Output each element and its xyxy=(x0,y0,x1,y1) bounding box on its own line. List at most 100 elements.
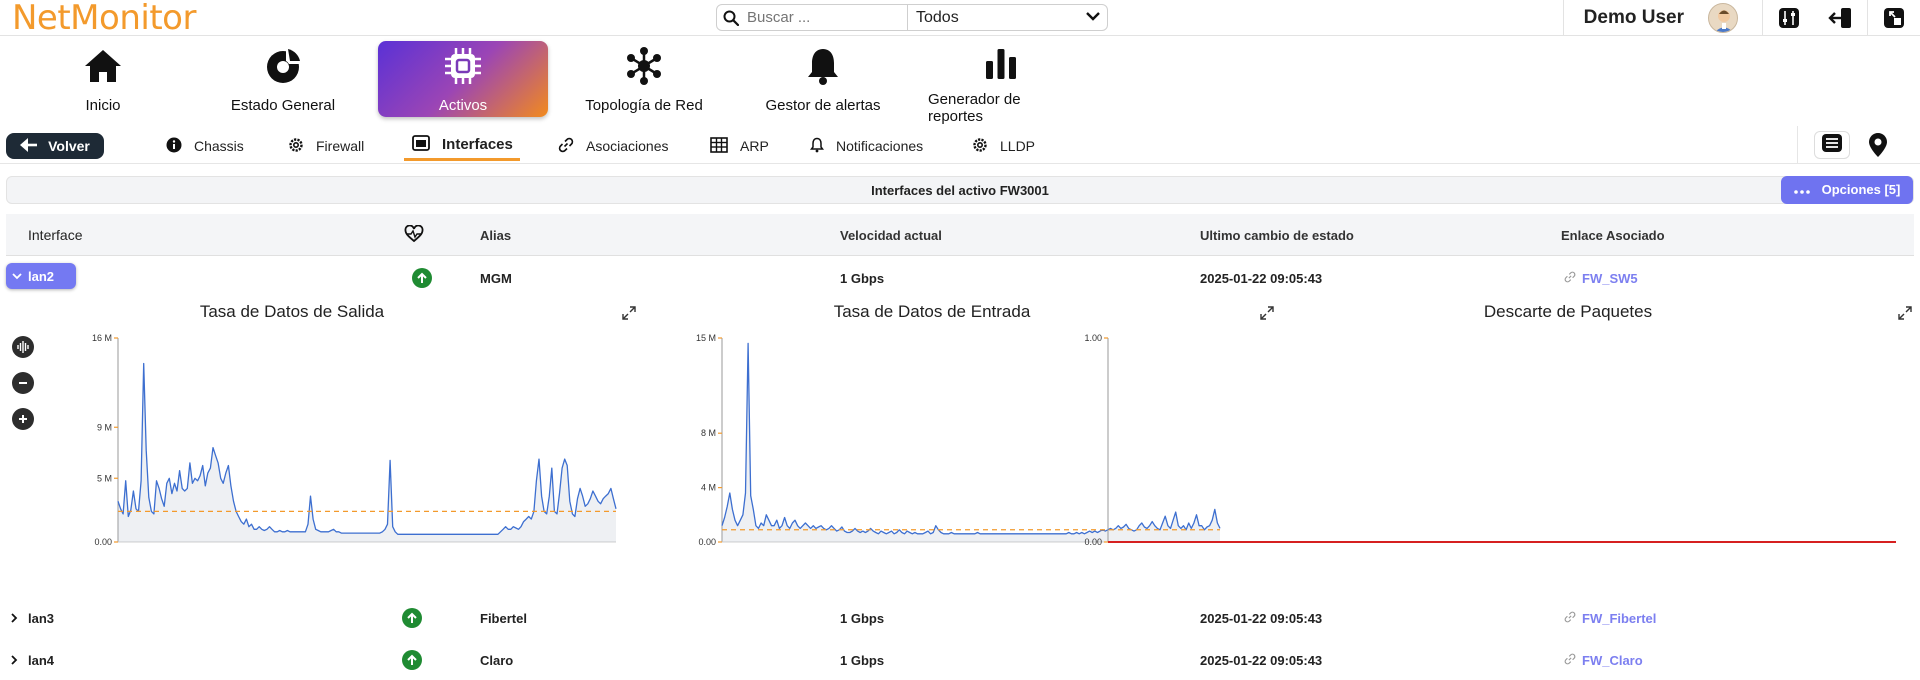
table-row[interactable]: lan4 Claro 1 Gbps 2025-01-22 09:05:43 FW… xyxy=(0,640,1920,680)
user-name[interactable]: Demo User xyxy=(1584,7,1684,29)
nav-gestor-alertas[interactable]: Gestor de alertas xyxy=(760,41,886,117)
header-last-change[interactable]: Ultimo cambio de estado xyxy=(1200,214,1354,256)
panel-header: Interfaces del activo FW3001 Opciones [5… xyxy=(6,176,1914,204)
expand-chart-icon[interactable] xyxy=(622,306,636,325)
tab-label: Notificaciones xyxy=(836,138,924,154)
tab-arp[interactable]: ARP xyxy=(710,131,769,161)
nav-estado-general[interactable]: Estado General xyxy=(218,41,348,117)
row-interface: lan3 xyxy=(28,610,55,626)
divider xyxy=(1562,0,1564,36)
zoom-out-icon[interactable] xyxy=(12,372,34,394)
sub-nav: Volver Chassis Firewall Interfaces Asoci… xyxy=(0,126,1920,164)
arrow-left-icon xyxy=(20,137,38,155)
donut-chart-icon xyxy=(264,45,302,87)
header-alias[interactable]: Alias xyxy=(480,214,511,256)
map-pin-icon[interactable] xyxy=(1860,131,1896,159)
status-up-badge xyxy=(412,258,432,298)
gear-icon xyxy=(972,137,988,156)
tab-label: Chassis xyxy=(194,138,244,154)
chart-title-descarte: Descarte de Paquetes xyxy=(1483,302,1653,321)
tab-notificaciones[interactable]: Notificaciones xyxy=(810,131,923,161)
y-tick-label: 5 M xyxy=(97,473,112,483)
link-icon xyxy=(1564,611,1576,626)
series-area xyxy=(118,363,616,542)
switch-view-icon[interactable] xyxy=(1868,0,1920,36)
search-input[interactable] xyxy=(745,8,905,27)
expand-chart-icon[interactable] xyxy=(1898,306,1912,325)
zoom-in-icon[interactable] xyxy=(12,408,34,430)
app-logo[interactable]: NetMonitor xyxy=(12,0,196,36)
row-alias: Claro xyxy=(480,652,514,668)
nav-label: Activos xyxy=(438,97,488,114)
row-linked[interactable]: FW_SW5 xyxy=(1564,258,1638,298)
nav-activos[interactable]: Activos xyxy=(378,41,548,117)
tab-interfaces[interactable]: Interfaces xyxy=(404,131,520,161)
zoom-reset-icon[interactable] xyxy=(12,336,34,358)
list-view-button[interactable] xyxy=(1814,131,1850,159)
chart-salida: 16 M 9 M 5 M 0.00 xyxy=(92,333,617,547)
info-icon xyxy=(166,137,182,156)
header-speed[interactable]: Velocidad actual xyxy=(840,214,942,256)
header-status[interactable] xyxy=(404,214,424,256)
y-tick-label: 0.00 xyxy=(1084,537,1102,547)
row-expand-toggle[interactable]: lan4 xyxy=(10,640,54,680)
avatar[interactable] xyxy=(1708,3,1738,33)
list-icon xyxy=(1822,133,1842,157)
bell-icon xyxy=(805,45,841,87)
table-header: Interface Alias Velocidad actual Ultimo … xyxy=(6,214,1914,256)
y-tick-label: 16 M xyxy=(92,333,112,343)
nav-label: Gestor de alertas xyxy=(765,97,881,114)
row-last-change: 2025-01-22 09:05:43 xyxy=(1200,270,1323,286)
tab-chassis[interactable]: Chassis xyxy=(166,131,244,161)
options-button[interactable]: Opciones [5] xyxy=(1781,176,1913,204)
search-icon xyxy=(717,10,745,26)
arrow-up-icon xyxy=(402,608,422,628)
row-last-change: 2025-01-22 09:05:43 xyxy=(1200,610,1323,626)
table-row[interactable]: lan3 Fibertel 1 Gbps 2025-01-22 09:05:43… xyxy=(0,598,1920,638)
nav-generador-reportes[interactable]: Generador de reportes xyxy=(928,41,1074,125)
table-row[interactable]: MGM 1 Gbps 2025-01-22 09:05:43 FW_SW5 xyxy=(0,258,1920,298)
chart-title-salida: Tasa de Datos de Salida xyxy=(199,302,385,321)
chart-descarte: 1.00 0.00 xyxy=(1084,333,1896,547)
bar-chart-icon xyxy=(983,45,1019,81)
search-scope-select[interactable]: Todos xyxy=(908,9,1107,27)
table-icon xyxy=(710,136,728,156)
tab-label: LLDP xyxy=(1000,138,1036,154)
expand-chart-icon[interactable] xyxy=(1260,306,1274,325)
tab-lldp[interactable]: LLDP xyxy=(972,131,1035,161)
back-label: Volver xyxy=(48,138,90,154)
row-linked[interactable]: FW_Fibertel xyxy=(1564,598,1656,638)
chevron-right-icon xyxy=(10,611,18,626)
header-linked[interactable]: Enlace Asociado xyxy=(1561,214,1665,256)
row-interface: lan2 xyxy=(28,268,55,284)
logout-icon[interactable] xyxy=(1815,0,1867,36)
row-linked[interactable]: FW_Claro xyxy=(1564,640,1643,680)
row-expand-toggle[interactable]: lan2 xyxy=(6,263,76,289)
interface-icon xyxy=(412,134,430,155)
row-expand-toggle[interactable]: lan3 xyxy=(10,598,54,638)
tab-label: ARP xyxy=(740,138,769,154)
arrow-up-icon xyxy=(412,268,432,288)
nav-inicio[interactable]: Inicio xyxy=(40,41,166,117)
sliders-icon[interactable] xyxy=(1763,0,1815,36)
tab-asociaciones[interactable]: Asociaciones xyxy=(558,131,669,161)
nav-label: Estado General xyxy=(230,97,336,114)
nav-topologia[interactable]: Topología de Red xyxy=(574,41,714,117)
tab-firewall[interactable]: Firewall xyxy=(288,131,364,161)
row-interface: lan4 xyxy=(28,652,55,668)
row-speed: 1 Gbps xyxy=(840,270,885,286)
main-nav: Inicio Estado General Activos Topología … xyxy=(0,36,1920,125)
status-up-badge xyxy=(402,640,422,680)
sub-nav-tools xyxy=(1797,126,1920,164)
tab-label: Interfaces xyxy=(442,136,513,153)
back-button[interactable]: Volver xyxy=(6,133,104,159)
linked-name: FW_Claro xyxy=(1582,652,1643,668)
header-interface[interactable]: Interface xyxy=(28,214,82,256)
arrow-up-icon xyxy=(402,650,422,670)
chart-zoom-tools xyxy=(12,336,34,430)
more-dots-icon xyxy=(1793,176,1810,204)
linked-name: FW_Fibertel xyxy=(1582,610,1657,626)
y-tick-label: 15 M xyxy=(696,333,716,343)
chevron-right-icon xyxy=(10,653,18,668)
divider xyxy=(1797,126,1798,164)
